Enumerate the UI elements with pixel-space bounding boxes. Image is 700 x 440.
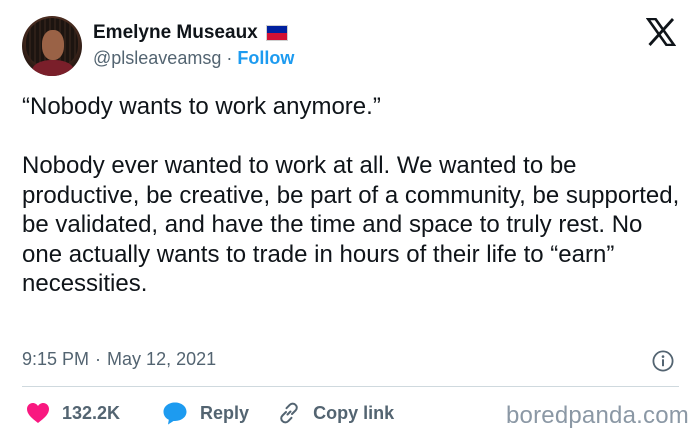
- tweet-date: May 12, 2021: [107, 349, 217, 369]
- reply-label: Reply: [200, 402, 250, 423]
- link-icon: [280, 402, 298, 424]
- action-bar: 132.2K Reply Copy link: [26, 400, 394, 426]
- tweet-card: Emelyne Museaux @plsleaveamsg · Follow “…: [0, 0, 700, 440]
- reply-bubble-icon: [163, 402, 187, 425]
- info-icon[interactable]: [652, 350, 674, 372]
- x-logo-icon[interactable]: [646, 18, 676, 46]
- copy-link-label: Copy link: [313, 402, 395, 423]
- avatar[interactable]: [22, 16, 82, 76]
- author-name[interactable]: Emelyne Museaux: [93, 22, 258, 44]
- haiti-flag-icon: [265, 25, 288, 41]
- divider: [22, 386, 679, 387]
- author-handle[interactable]: @plsleaveamsg: [93, 48, 221, 69]
- like-button[interactable]: 132.2K: [26, 402, 120, 424]
- tweet-body: Nobody ever wanted to work at all. We wa…: [22, 152, 680, 297]
- author-name-row: Emelyne Museaux: [93, 22, 288, 44]
- tweet-time: 9:15 PM: [22, 349, 90, 369]
- tweet-text: “Nobody wants to work anymore.” Nobody e…: [22, 92, 682, 299]
- handle-separator: ·: [226, 48, 233, 68]
- tweet-timestamp[interactable]: 9:15 PM · May 12, 2021: [22, 349, 216, 370]
- heart-icon: [27, 403, 49, 423]
- watermark: boredpanda.com: [506, 402, 689, 429]
- like-count: 132.2K: [62, 402, 121, 423]
- author-handle-row: @plsleaveamsg · Follow: [93, 48, 294, 69]
- copy-link-button[interactable]: Copy link: [277, 401, 394, 425]
- tweet-quote: “Nobody wants to work anymore.”: [22, 93, 381, 120]
- follow-button[interactable]: Follow: [237, 48, 294, 69]
- reply-button[interactable]: Reply: [162, 401, 249, 425]
- timestamp-separator: ·: [95, 349, 102, 369]
